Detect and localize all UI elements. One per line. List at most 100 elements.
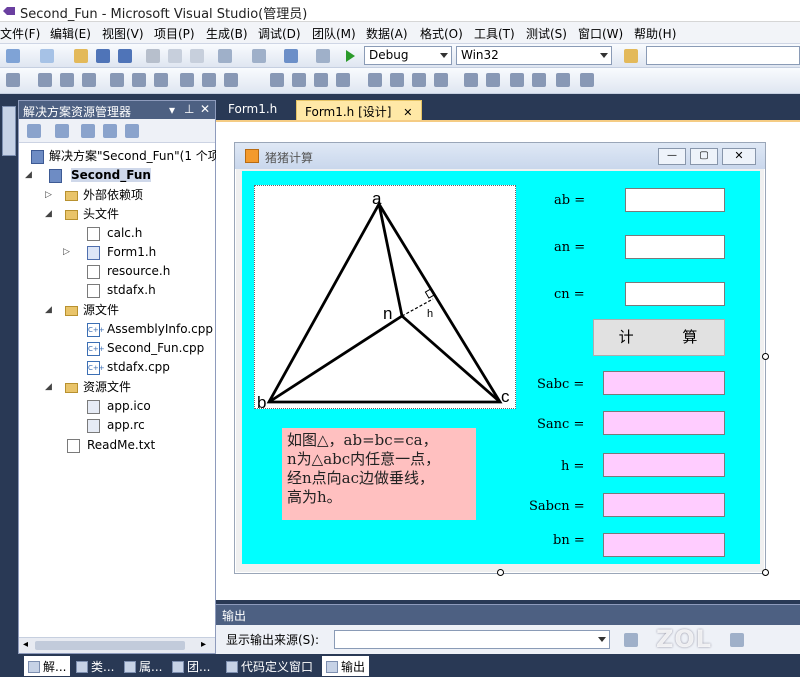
cut-icon[interactable] [146, 49, 160, 63]
close-button[interactable]: ✕ [722, 148, 756, 165]
tab-output[interactable]: 输出 [322, 656, 370, 676]
tab-solution-explorer[interactable]: 解... [24, 656, 71, 676]
menu-window[interactable]: 窗口(W) [578, 25, 623, 42]
tree-item-second-fun-cpp[interactable]: C++ Second_Fun.cpp [87, 339, 204, 358]
h-spacing-icon[interactable] [270, 73, 284, 87]
output-sanc[interactable] [603, 411, 725, 435]
show-all-files-icon[interactable] [55, 124, 69, 138]
h-remove-icon[interactable] [336, 73, 350, 87]
expand-icon[interactable]: ▷ [63, 243, 70, 262]
menu-tools[interactable]: 工具(T) [474, 25, 515, 42]
tree-item-app-rc[interactable]: app.rc [87, 416, 145, 435]
collapse-icon[interactable]: ◢ [25, 166, 32, 185]
tree-item-app-ico[interactable]: app.ico [87, 397, 151, 416]
collapse-icon[interactable]: ◢ [45, 205, 52, 224]
menu-build[interactable]: 生成(B) [206, 25, 248, 42]
menu-file[interactable]: 文件(F) [0, 25, 40, 42]
tree-item-readme-txt[interactable]: ReadMe.txt [67, 436, 155, 455]
menu-format[interactable]: 格式(O) [420, 25, 463, 42]
tree-item-assemblyinfo-cpp[interactable]: C++ AssemblyInfo.cpp [87, 320, 213, 339]
h-increase-icon[interactable] [292, 73, 306, 87]
output-icon[interactable] [316, 49, 330, 63]
solution-node[interactable]: 解决方案"Second_Fun"(1 个项 [31, 147, 220, 166]
find-input[interactable] [646, 46, 800, 65]
resize-handle-bottom[interactable] [497, 569, 504, 576]
new-project-icon[interactable] [6, 49, 20, 63]
same-size-icon[interactable] [224, 73, 238, 87]
designed-form[interactable]: 猪猪计算 — ▢ ✕ a b c n h 如图△，ab=bc=ca， n为△ab… [234, 142, 766, 574]
align-bottom-icon[interactable] [154, 73, 168, 87]
menu-view[interactable]: 视图(V) [102, 25, 144, 42]
menu-debug[interactable]: 调试(D) [258, 25, 301, 42]
scroll-right-icon[interactable]: ▸ [201, 639, 206, 650]
input-an[interactable] [625, 235, 725, 259]
scroll-left-icon[interactable]: ◂ [23, 639, 28, 650]
h-decrease-icon[interactable] [314, 73, 328, 87]
add-item-icon[interactable] [40, 49, 54, 63]
properties-icon[interactable] [27, 124, 41, 138]
collapse-icon[interactable]: ◢ [45, 378, 52, 397]
input-cn[interactable] [625, 282, 725, 306]
tab-code-definition[interactable]: 代码定义窗口 [222, 656, 317, 676]
tree-item-stdafx-h[interactable]: stdafx.h [87, 281, 156, 300]
view-code-icon[interactable] [81, 124, 95, 138]
view-designer-icon[interactable] [103, 124, 117, 138]
v-increase-icon[interactable] [390, 73, 404, 87]
tab-class-view[interactable]: 类... [72, 656, 118, 676]
output-source-select[interactable] [334, 630, 610, 649]
tree-item-calc-h[interactable]: calc.h [87, 224, 142, 243]
same-height-icon[interactable] [202, 73, 216, 87]
v-spacing-icon[interactable] [368, 73, 382, 87]
tab-property-manager[interactable]: 属... [120, 656, 166, 676]
v-decrease-icon[interactable] [412, 73, 426, 87]
close-icon[interactable]: ✕ [200, 102, 210, 116]
send-back-icon[interactable] [532, 73, 546, 87]
tree-item-form1-h[interactable]: ▷ Form1.h [63, 243, 156, 262]
menu-data[interactable]: 数据(A) [366, 25, 408, 42]
expand-icon[interactable]: ▷ [45, 186, 52, 205]
output-bn[interactable] [603, 533, 725, 557]
toolbox-tab[interactable] [2, 106, 16, 156]
calculate-button[interactable]: 计 算 [593, 319, 725, 356]
save-all-icon[interactable] [118, 49, 132, 63]
tree-item-source-files[interactable]: ◢ 源文件 [45, 301, 119, 320]
menu-project[interactable]: 项目(P) [154, 25, 195, 42]
tree-item-header-files[interactable]: ◢ 头文件 [45, 205, 119, 224]
center-h-icon[interactable] [464, 73, 478, 87]
undo-icon[interactable] [218, 49, 232, 63]
open-file-icon[interactable] [74, 49, 88, 63]
tree-item-resource-files[interactable]: ◢ 资源文件 [45, 378, 131, 397]
tab-team-explorer[interactable]: 团... [168, 656, 214, 676]
close-tab-icon[interactable]: ✕ [403, 106, 412, 119]
tree-item-external-deps[interactable]: ▷ 外部依赖项 [45, 186, 143, 205]
collapse-icon[interactable]: ◢ [45, 301, 52, 320]
menu-edit[interactable]: 编辑(E) [50, 25, 91, 42]
align-left-icon[interactable] [38, 73, 52, 87]
output-sabcn[interactable] [603, 493, 725, 517]
align-top-icon[interactable] [110, 73, 124, 87]
config-select[interactable]: Debug [364, 46, 452, 65]
output-sabc[interactable] [603, 371, 725, 395]
align-center-icon[interactable] [60, 73, 74, 87]
scroll-thumb[interactable] [35, 641, 185, 650]
v-remove-icon[interactable] [434, 73, 448, 87]
tree-item-resource-h[interactable]: resource.h [87, 262, 170, 281]
copy-icon[interactable] [168, 49, 182, 63]
minimize-button[interactable]: — [658, 148, 686, 165]
same-width-icon[interactable] [180, 73, 194, 87]
center-v-icon[interactable] [486, 73, 500, 87]
align-grid-icon[interactable] [6, 73, 20, 87]
menu-help[interactable]: 帮助(H) [634, 25, 676, 42]
platform-select[interactable]: Win32 [456, 46, 612, 65]
tab-form1-h-code[interactable]: Form1.h [220, 100, 285, 120]
menu-test[interactable]: 测试(S) [526, 25, 567, 42]
menu-team[interactable]: 团队(M) [312, 25, 356, 42]
tab-form1-h-design[interactable]: Form1.h [设计] ✕ [296, 100, 422, 120]
horizontal-scrollbar[interactable]: ◂ ▸ [19, 637, 215, 653]
resize-handle-right[interactable] [762, 353, 769, 360]
align-middle-icon[interactable] [132, 73, 146, 87]
paste-icon[interactable] [190, 49, 204, 63]
align-right-icon[interactable] [82, 73, 96, 87]
start-debug-icon[interactable] [344, 49, 356, 63]
tree-item-stdafx-cpp[interactable]: C++ stdafx.cpp [87, 358, 170, 377]
